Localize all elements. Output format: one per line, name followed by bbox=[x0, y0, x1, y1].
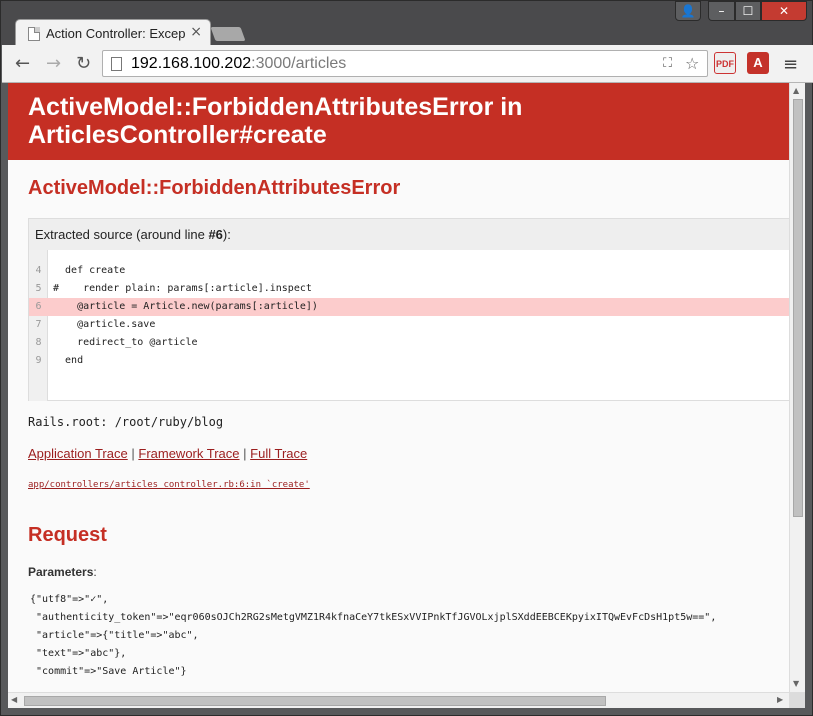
url-port-path: :3000/articles bbox=[251, 55, 347, 72]
scroll-down-icon[interactable]: ▼ bbox=[793, 679, 799, 688]
tab-active[interactable]: Action Controller: Excep × bbox=[15, 19, 211, 46]
horizontal-scroll-thumb[interactable] bbox=[24, 696, 606, 706]
line-number: 6 bbox=[35, 301, 42, 312]
page-favicon-icon bbox=[28, 27, 40, 41]
param-line: "commit"=>"Save Article"} bbox=[30, 666, 187, 677]
close-window-button[interactable]: ✕ bbox=[761, 1, 807, 21]
source-heading-suffix: ): bbox=[222, 227, 231, 242]
trace-separator: | bbox=[131, 446, 135, 461]
title-bar: Action Controller: Excep × 👤 – ☐ ✕ bbox=[1, 1, 812, 46]
forward-button[interactable]: → bbox=[46, 53, 61, 74]
code-line: 8 redirect_to @article bbox=[29, 334, 789, 352]
framework-trace-link[interactable]: Framework Trace bbox=[138, 446, 239, 461]
source-heading: Extracted source (around line #6): bbox=[29, 219, 789, 250]
vertical-scrollbar[interactable]: ▲ ▼ bbox=[789, 83, 805, 692]
code-line: 5 # render plain: params[:article].inspec… bbox=[29, 280, 789, 298]
new-tab-button[interactable] bbox=[210, 27, 246, 41]
param-line: "authenticity_token"=>"eqr060sOJCh2RG2sM… bbox=[30, 612, 717, 623]
line-number: 8 bbox=[35, 337, 42, 348]
reload-button[interactable]: ↻ bbox=[76, 53, 91, 74]
code-line: 7 @article.save bbox=[29, 316, 789, 334]
source-heading-prefix: Extracted source (around line bbox=[35, 227, 209, 242]
page-title: ActiveModel::ForbiddenAttributesError in… bbox=[28, 93, 522, 149]
pdf-extension-icon[interactable]: PDF bbox=[714, 52, 736, 74]
star-icon[interactable]: ☆ bbox=[685, 54, 699, 73]
page-title-line2: ArticlesController#create bbox=[28, 121, 327, 149]
maximize-button[interactable]: ☐ bbox=[735, 1, 761, 21]
param-line: "article"=>{"title"=>"abc", bbox=[30, 630, 199, 641]
horizontal-scrollbar[interactable]: ◀ ▶ bbox=[8, 692, 789, 708]
back-button[interactable]: ← bbox=[15, 53, 30, 74]
parameters-colon: : bbox=[93, 565, 97, 579]
exception-name: ActiveModel::ForbiddenAttributesError bbox=[28, 177, 401, 199]
window-bottom-edge bbox=[1, 708, 812, 715]
code-text: redirect_to @article bbox=[53, 337, 198, 348]
trace-separator: | bbox=[243, 446, 247, 461]
source-heading-line: #6 bbox=[208, 227, 223, 242]
param-line: "text"=>"abc"}, bbox=[30, 648, 127, 659]
scrollbar-corner bbox=[789, 692, 805, 708]
acrobat-extension-icon[interactable]: A bbox=[747, 52, 769, 74]
line-number: 7 bbox=[35, 319, 42, 330]
code-text: @article = Article.new(params[:article]) bbox=[53, 301, 318, 312]
address-bar[interactable]: 192.168.100.202:3000/articles ⛶ ☆ bbox=[102, 50, 708, 77]
code-text: @article.save bbox=[53, 319, 156, 330]
minimize-button[interactable]: – bbox=[708, 1, 735, 21]
vertical-scroll-thumb[interactable] bbox=[793, 99, 803, 517]
extracted-source: Extracted source (around line #6): 4 def… bbox=[28, 218, 789, 401]
rails-root: Rails.root: /root/ruby/blog bbox=[28, 415, 224, 429]
parameters-label: Parameters: bbox=[28, 565, 97, 579]
code-text: def create bbox=[53, 265, 126, 276]
parameters-dump: {"utf8"=>"✓", "authenticity_token"=>"eqr… bbox=[30, 591, 716, 681]
scroll-left-icon[interactable]: ◀ bbox=[11, 695, 17, 704]
trace-line-link[interactable]: app/controllers/articles_controller.rb:6… bbox=[28, 480, 310, 490]
trace-links: Application Trace | Framework Trace | Fu… bbox=[28, 446, 307, 461]
line-number: 9 bbox=[35, 355, 42, 366]
code-text: # render plain: params[:article].inspect bbox=[53, 283, 312, 294]
code-line-highlighted: 6 @article = Article.new(params[:article… bbox=[29, 298, 789, 316]
page-content: ActiveModel::ForbiddenAttributesError in… bbox=[8, 83, 789, 692]
scroll-up-icon[interactable]: ▲ bbox=[793, 86, 799, 95]
full-trace-link[interactable]: Full Trace bbox=[250, 446, 307, 461]
request-title: Request bbox=[28, 524, 107, 546]
code-line: 9 end bbox=[29, 352, 789, 370]
tab-close-icon[interactable]: × bbox=[190, 24, 202, 40]
url-host: 192.168.100.202 bbox=[131, 55, 252, 72]
menu-icon[interactable]: ≡ bbox=[783, 54, 798, 75]
browser-toolbar: ← → ↻ 192.168.100.202:3000/articles ⛶ ☆ … bbox=[2, 45, 813, 83]
scroll-right-icon[interactable]: ▶ bbox=[777, 695, 783, 704]
parameters-label-text: Parameters bbox=[28, 565, 94, 579]
code-line: 4 def create bbox=[29, 262, 789, 280]
application-trace-link[interactable]: Application Trace bbox=[28, 446, 128, 461]
page-title-line1: ActiveModel::ForbiddenAttributesError in bbox=[28, 93, 523, 121]
line-number: 5 bbox=[35, 283, 42, 294]
tab-title: Action Controller: Excep bbox=[46, 26, 186, 41]
param-line: {"utf8"=>"✓", bbox=[30, 594, 109, 605]
code-text: end bbox=[53, 355, 84, 366]
line-number: 4 bbox=[35, 265, 42, 276]
user-profile-button[interactable]: 👤 bbox=[675, 1, 701, 21]
page-icon bbox=[111, 57, 122, 71]
url-text[interactable]: 192.168.100.202:3000/articles bbox=[131, 55, 346, 73]
translate-icon[interactable]: ⛶ bbox=[663, 56, 672, 71]
error-header: ActiveModel::ForbiddenAttributesError in… bbox=[8, 83, 789, 160]
